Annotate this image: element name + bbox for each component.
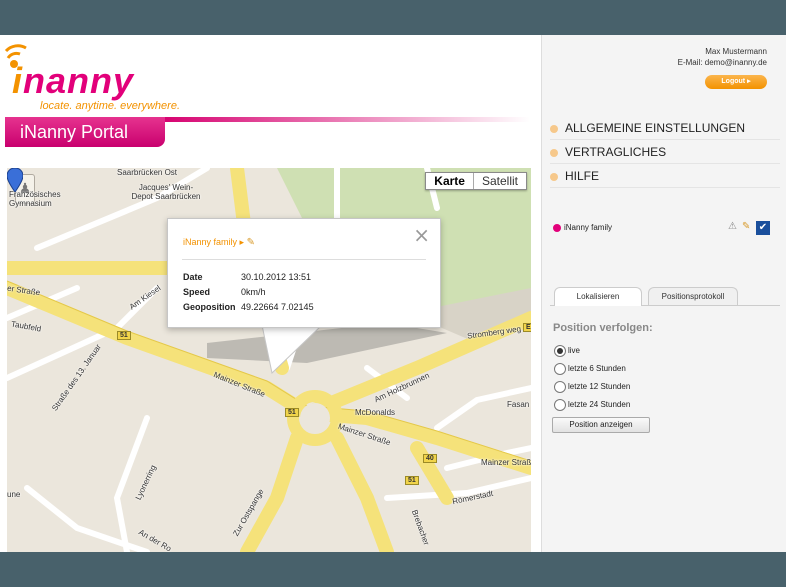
warning-icon[interactable]: ⚠ [728, 221, 737, 232]
map-label: Französisches Gymnasium [9, 190, 61, 208]
map-label: Jacques' Wein-Depot Saarbrücken [131, 183, 201, 201]
map-label: une [7, 490, 21, 499]
tab-bar: Lokalisieren Positionsprotokoll [550, 287, 780, 306]
option-12h[interactable]: letzte 12 Stunden [554, 381, 630, 393]
family-status-icon [553, 224, 561, 232]
road-shield: 51 [117, 331, 131, 340]
info-window-pointer [262, 325, 322, 374]
divider [182, 259, 426, 260]
portal-divider [160, 117, 530, 122]
nav-item-contract[interactable]: VERTRAGLICHES [550, 141, 780, 164]
nav-item-general-settings[interactable]: ALLGEMEINE EINSTELLUNGEN [550, 117, 780, 140]
pencil-icon[interactable]: ✎ [247, 237, 255, 248]
info-window: iNanny family ▸ ✎ × Date 30.10.2012 13:51… [167, 218, 441, 328]
logout-button[interactable]: Logout ▸ [705, 75, 767, 89]
option-24h[interactable]: letzte 24 Stunden [554, 399, 630, 411]
road-shield: E [523, 323, 531, 332]
bullet-icon [550, 148, 558, 157]
map-label: McDonalds [355, 408, 396, 417]
road-shield: 51 [405, 476, 419, 485]
map-label: Mainzer Straße [481, 458, 531, 467]
info-row-geoposition: Geoposition 49.22664 7.02145 [183, 302, 314, 312]
user-name: Max Mustermann [705, 47, 767, 56]
radio-button[interactable] [554, 363, 566, 375]
info-row-speed: Speed 0km/h [183, 287, 266, 297]
tab-locate[interactable]: Lokalisieren [554, 287, 642, 306]
radio-button[interactable] [554, 399, 566, 411]
bullet-icon [550, 124, 558, 133]
family-select-checkbox[interactable]: ✔ [756, 221, 770, 235]
sidebar: Max Mustermann E-Mail: demo@inanny.de Lo… [541, 35, 786, 552]
logo-word: inanny [12, 60, 135, 101]
map-type-satellite-button[interactable]: Satellit [474, 173, 526, 189]
show-position-button[interactable]: Position anzeigen [552, 417, 650, 433]
pencil-icon[interactable]: ✎ [742, 221, 750, 232]
app-frame: inanny locate. anytime. everywhere. iNan… [0, 35, 786, 552]
page-title: iNanny Portal [20, 122, 129, 142]
close-icon[interactable]: × [413, 223, 430, 247]
tagline: locate. anytime. everywhere. [40, 100, 181, 112]
bullet-icon [550, 172, 558, 181]
track-position-heading: Position verfolgen: [553, 322, 653, 334]
location-pin-icon[interactable] [7, 168, 23, 192]
info-row-date: Date 30.10.2012 13:51 [183, 272, 312, 282]
info-window-title[interactable]: iNanny family ▸ ✎ [183, 237, 255, 248]
nav-item-help[interactable]: HILFE [550, 165, 780, 188]
user-email: E-Mail: demo@inanny.de [677, 58, 767, 67]
radio-button[interactable] [554, 345, 566, 357]
map-label: Saarbrücken Ost [117, 168, 178, 177]
map-label: Fasan [507, 400, 530, 409]
road-shield: 40 [423, 454, 437, 463]
tab-position-log[interactable]: Positionsprotokoll [648, 287, 738, 305]
option-live[interactable]: live [554, 345, 580, 357]
family-name[interactable]: iNanny family [564, 223, 612, 232]
map-type-map-button[interactable]: Karte [426, 173, 474, 189]
road-shield: 51 [285, 408, 299, 417]
logo: inanny locate. anytime. everywhere. [4, 40, 214, 112]
map-view[interactable]: ♟ Karte Satellit Saarbrücken Ost Jacques… [7, 168, 531, 552]
option-6h[interactable]: letzte 6 Stunden [554, 363, 626, 375]
radio-button[interactable] [554, 381, 566, 393]
map-type-toggle[interactable]: Karte Satellit [425, 172, 527, 190]
